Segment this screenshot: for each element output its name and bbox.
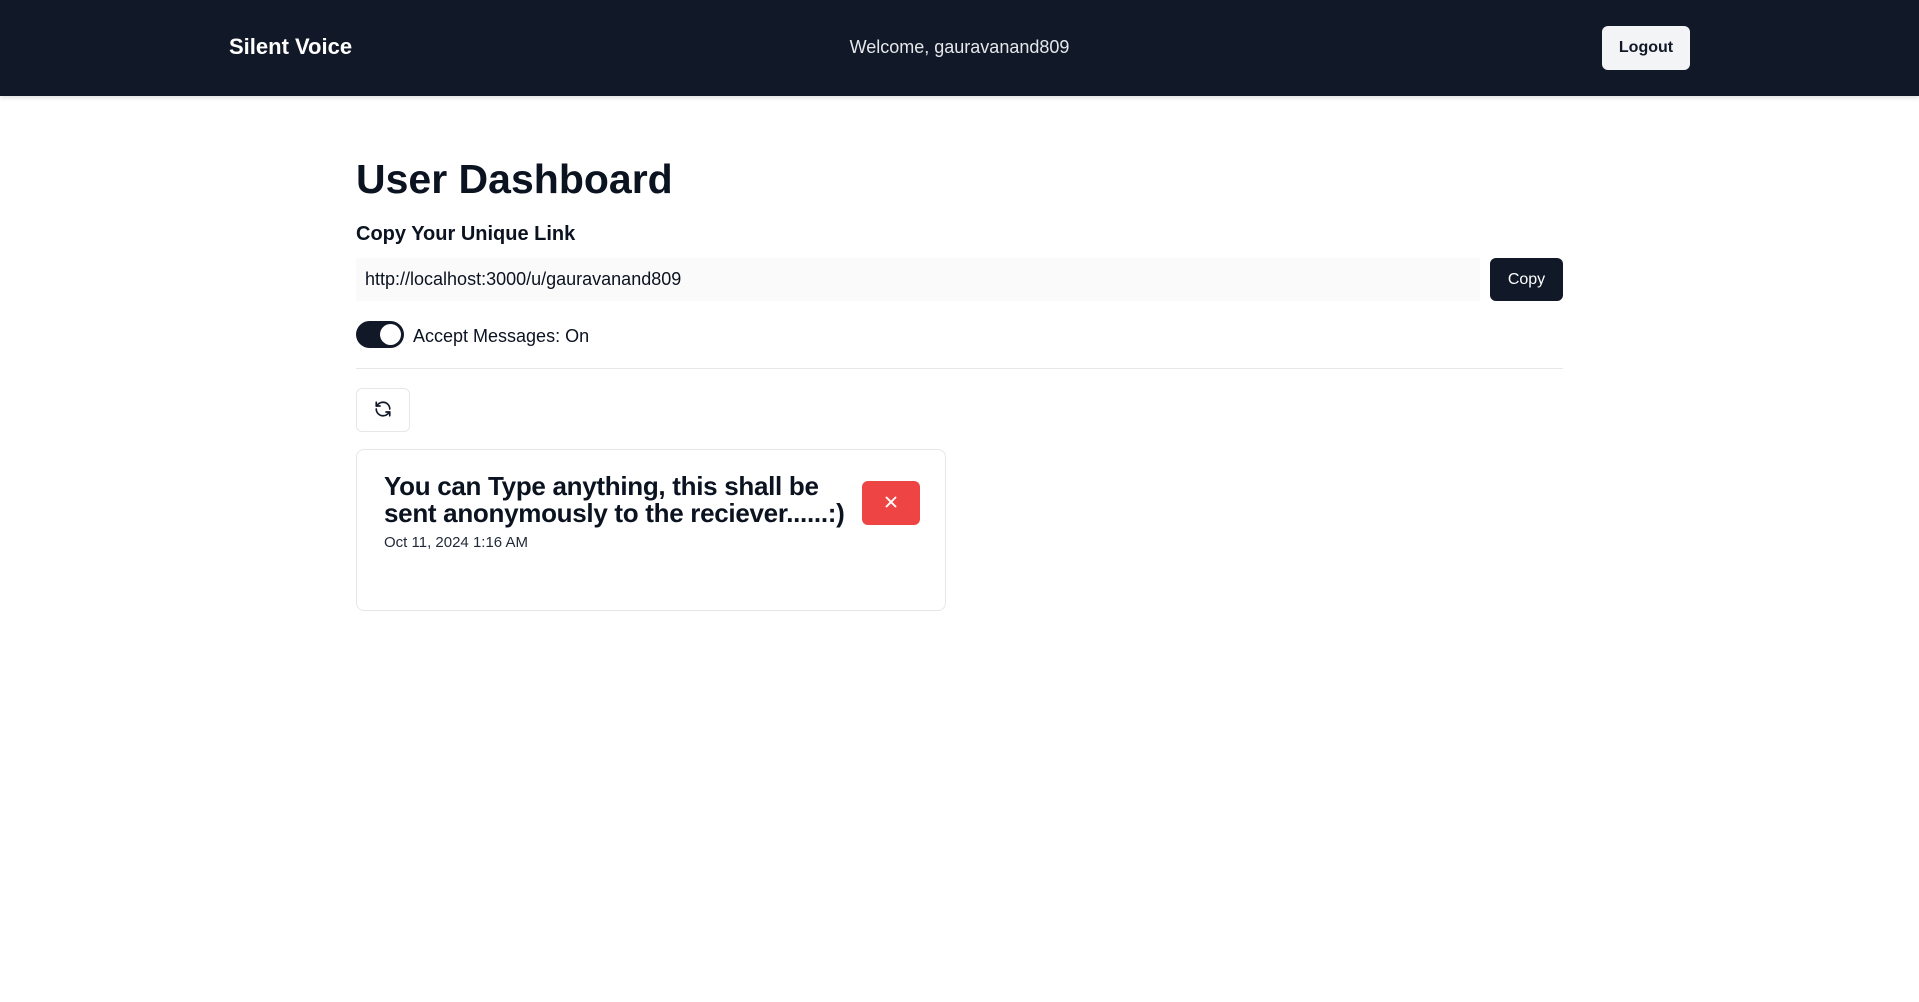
navbar: Silent Voice Welcome, gauravanand809 Log… — [0, 0, 1919, 96]
copy-link-button[interactable]: Copy — [1490, 258, 1563, 301]
message-date: Oct 11, 2024 1:16 AM — [384, 534, 528, 551]
refresh-icon — [374, 400, 392, 421]
switch-thumb — [380, 323, 401, 345]
delete-message-button[interactable] — [862, 481, 920, 525]
message-card: You can Type anything, this shall be sen… — [356, 449, 946, 611]
close-icon — [882, 493, 900, 514]
logout-button[interactable]: Logout — [1602, 26, 1690, 70]
message-content: You can Type anything, this shall be sen… — [384, 471, 845, 528]
accept-messages-label: Accept Messages: On — [413, 325, 590, 346]
page-title: User Dashboard — [356, 156, 673, 202]
accept-messages-row: Accept Messages: On — [356, 319, 589, 349]
separator — [356, 368, 1563, 369]
accept-messages-switch[interactable] — [356, 320, 404, 348]
refresh-messages-button[interactable] — [356, 388, 410, 432]
unique-link-input[interactable] — [356, 258, 1480, 301]
unique-link-heading: Copy Your Unique Link — [356, 223, 576, 245]
